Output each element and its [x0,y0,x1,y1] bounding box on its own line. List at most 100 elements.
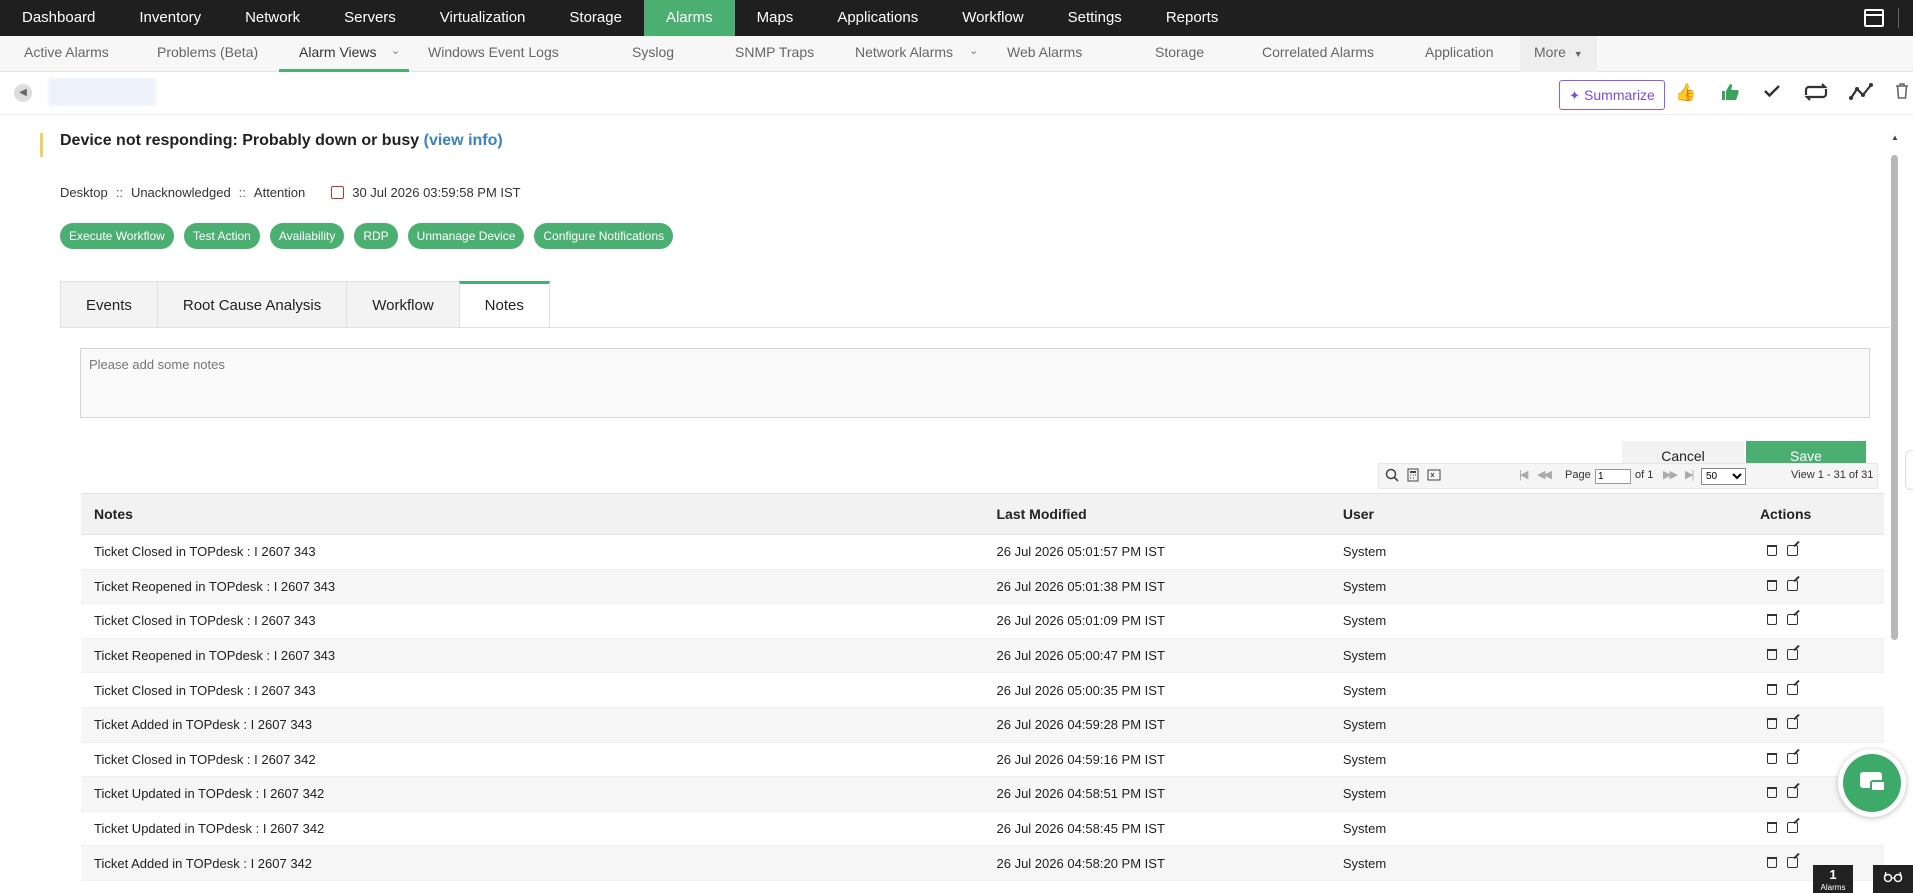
nav-dashboard[interactable]: Dashboard [0,0,117,36]
nav-maps[interactable]: Maps [735,0,816,36]
edit-note-icon[interactable] [1786,683,1798,695]
subnav-web-alarms[interactable]: Web Alarms [1007,36,1082,72]
scrollbar-thumb[interactable] [1891,155,1898,640]
table-row: Ticket Closed in TOPdesk : I 2607 343 26 … [81,672,1884,708]
scroll-up-icon[interactable]: ▲ [1891,133,1899,142]
nav-workflow[interactable]: Workflow [940,0,1045,36]
nav-applications[interactable]: Applications [815,0,940,36]
nav-network[interactable]: Network [223,0,322,36]
sub-nav: Active Alarms Problems (Beta) Alarm View… [0,36,1913,72]
subnav-problems[interactable]: Problems (Beta) [157,36,258,72]
side-panel-toggle[interactable] [1905,450,1913,490]
subnav-application[interactable]: Application [1425,36,1494,72]
trash-icon[interactable] [1893,83,1911,105]
note-last-modified: 26 Jul 2026 05:00:35 PM IST [984,672,1336,708]
graph-icon[interactable] [1848,83,1876,105]
notes-input[interactable] [80,348,1870,418]
page-size-select[interactable]: 50 [1701,468,1746,485]
caret-down-icon: ▼ [1573,49,1583,59]
chevron-down-icon[interactable]: ⌄ [969,44,978,57]
edit-note-icon[interactable] [1786,545,1798,557]
summarize-button[interactable]: ✦ Summarize [1559,80,1665,110]
unmanage-device-button[interactable]: Unmanage Device [407,223,525,249]
column-header-notes[interactable]: Notes [81,493,985,535]
loop-icon[interactable] [1802,83,1830,105]
edit-note-icon[interactable] [1786,787,1798,799]
save-button[interactable]: Save [1746,441,1866,464]
chevron-down-icon[interactable]: ⌄ [391,44,400,57]
export-excel-icon[interactable] [1427,468,1441,485]
note-text: Ticket Updated in TOPdesk : I 2607 342 [81,811,985,847]
nav-reports[interactable]: Reports [1144,0,1241,36]
nav-storage[interactable]: Storage [547,0,644,36]
subnav-more[interactable]: More ▼ [1520,36,1597,72]
view-info-link[interactable]: (view info) [424,132,503,149]
subnav-active-alarms[interactable]: Active Alarms [24,36,109,72]
acknowledge-check-icon[interactable] [1760,83,1784,105]
availability-button[interactable]: Availability [269,223,345,249]
nav-virtualization[interactable]: Virtualization [418,0,548,36]
alarm-title: Device not responding: Probably down or … [60,132,503,150]
column-header-last-modified[interactable]: Last Modified [984,493,1336,535]
thumbs-up-icon[interactable] [1718,83,1742,105]
subnav-correlated-alarms[interactable]: Correlated Alarms [1262,36,1374,72]
note-text: Ticket Added in TOPdesk : I 2607 342 [81,845,985,881]
back-icon[interactable]: ◀ [14,84,32,102]
column-header-user[interactable]: User [1335,493,1688,535]
nav-settings[interactable]: Settings [1046,0,1144,36]
search-icon[interactable] [1385,468,1399,485]
delete-note-icon[interactable] [1766,752,1777,764]
edit-note-icon[interactable] [1786,649,1798,661]
note-text: Ticket Closed in TOPdesk : I 2607 342 [81,742,985,778]
glasses-icon[interactable] [1873,865,1913,893]
subnav-alarm-views[interactable]: Alarm Views [279,36,409,72]
delete-note-icon[interactable] [1766,787,1777,799]
tab-root-cause-analysis[interactable]: Root Cause Analysis [156,281,347,328]
cancel-button[interactable]: Cancel [1622,441,1744,464]
delete-note-icon[interactable] [1766,614,1777,626]
chat-button[interactable] [1838,749,1906,817]
subnav-syslog[interactable]: Syslog [632,36,674,72]
window-icon[interactable] [1864,9,1884,27]
delete-note-icon[interactable] [1766,856,1777,868]
delete-note-icon[interactable] [1766,683,1777,695]
delete-note-icon[interactable] [1766,649,1777,661]
prev-page-icon[interactable]: ◀◀ [1537,468,1552,481]
delete-note-icon[interactable] [1766,579,1777,591]
page-number-input[interactable] [1595,469,1631,484]
delete-note-icon[interactable] [1766,718,1777,730]
edit-note-icon[interactable] [1786,752,1798,764]
tab-notes[interactable]: Notes [458,281,550,328]
edit-note-icon[interactable] [1786,822,1798,834]
next-page-icon[interactable]: ▶▶ [1663,468,1678,481]
nav-servers[interactable]: Servers [322,0,418,36]
edit-note-icon[interactable] [1786,579,1798,591]
nav-alarms[interactable]: Alarms [643,0,735,36]
note-last-modified: 26 Jul 2026 04:59:28 PM IST [984,707,1336,743]
tab-events[interactable]: Events [60,281,157,328]
nav-inventory[interactable]: Inventory [117,0,223,36]
note-actions [1687,534,1884,570]
calculator-icon[interactable] [1407,468,1419,485]
edit-note-icon[interactable] [1786,614,1798,626]
execute-workflow-button[interactable]: Execute Workflow [60,223,174,249]
rdp-button[interactable]: RDP [354,223,398,249]
device-name-redacted [48,78,156,106]
edit-note-icon[interactable] [1786,856,1798,868]
delete-note-icon[interactable] [1766,822,1777,834]
subnav-snmp-traps[interactable]: SNMP Traps [735,36,814,72]
edit-note-icon[interactable] [1786,718,1798,730]
subnav-network-alarms[interactable]: Network Alarms [855,36,953,72]
first-page-icon[interactable]: |◀ [1519,468,1528,481]
test-action-button[interactable]: Test Action [183,223,260,249]
tab-workflow[interactable]: Workflow [346,281,459,328]
last-page-icon[interactable]: ▶| [1685,468,1694,481]
note-user: System [1335,776,1688,812]
subnav-windows-event-logs[interactable]: Windows Event Logs [428,36,559,72]
alarm-count-badge[interactable]: 1 Alarms [1813,865,1853,893]
configure-notifications-button[interactable]: Configure Notifications [534,223,674,249]
delete-note-icon[interactable] [1766,545,1777,557]
subnav-storage[interactable]: Storage [1155,36,1204,72]
thumbs-up-outline-icon[interactable]: 👍 [1674,83,1698,105]
alarm-timestamp: 30 Jul 2026 03:59:58 PM IST [352,185,521,200]
